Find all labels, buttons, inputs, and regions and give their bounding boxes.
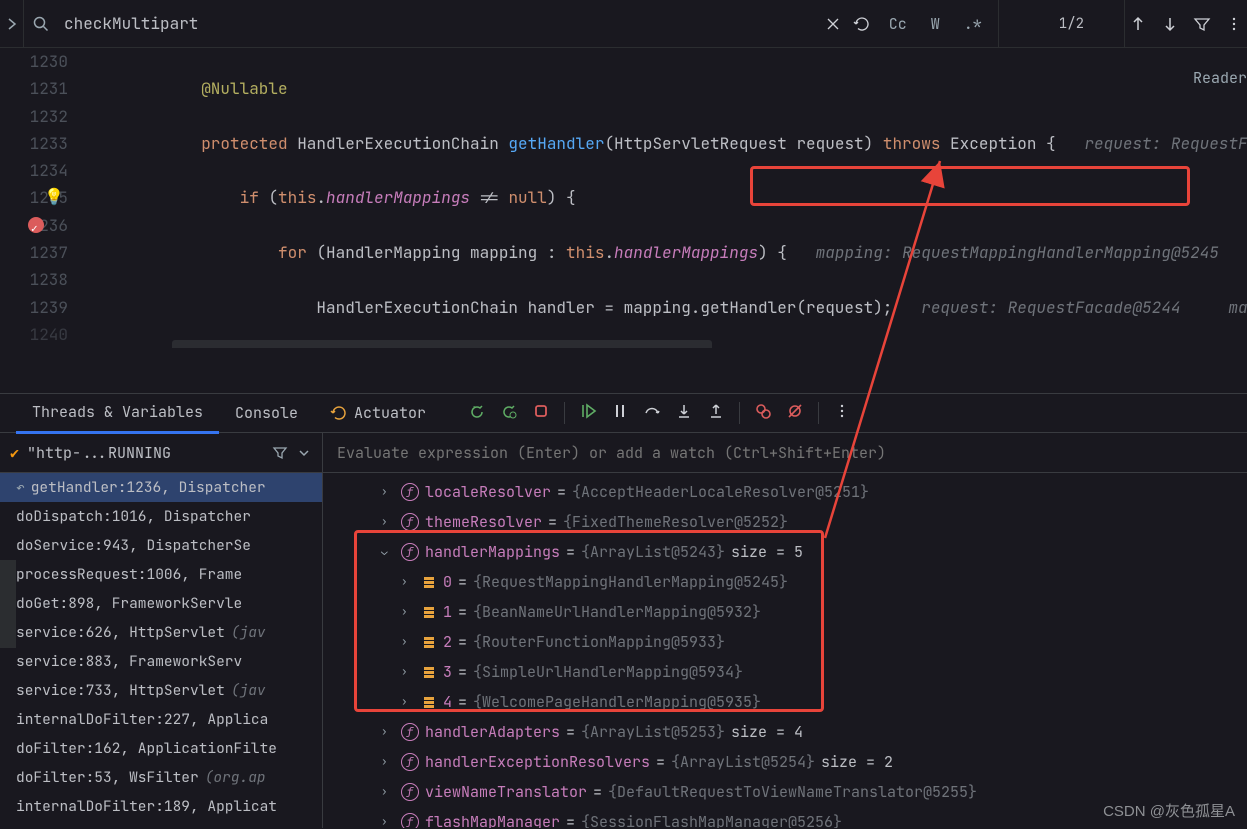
stack-frame[interactable]: doDispatch:1016, Dispatcher [0, 502, 322, 531]
stack-frame[interactable]: doFilter:53, WsFilter (org.ap [0, 763, 322, 792]
filter-icon[interactable] [272, 445, 288, 461]
annotation-highlight [750, 166, 1190, 206]
stack-frame[interactable]: doService:943, DispatcherSe [0, 531, 322, 560]
stack-frame[interactable]: internalDoFilter:227, Applica [0, 705, 322, 734]
thread-check-icon: ✔ [10, 443, 19, 463]
pause-icon[interactable] [611, 402, 629, 425]
step-over-icon[interactable] [643, 402, 661, 425]
prev-match-icon[interactable] [1129, 15, 1147, 33]
match-case-toggle[interactable]: Cc [883, 12, 913, 36]
stack-frame[interactable]: doFilter:162, ApplicationFilte [0, 734, 322, 763]
stack-frame[interactable]: internalDoFilter:189, Applicat [0, 792, 322, 821]
stack-frame[interactable]: processRequest:1006, Frame [0, 560, 322, 589]
rerun-debug-icon[interactable] [500, 402, 518, 425]
array-element-icon [421, 664, 437, 680]
filter-icon[interactable] [1193, 15, 1211, 33]
variable-node[interactable]: ›f themeResolver = {FixedThemeResolver@5… [323, 507, 1247, 537]
array-element-icon [421, 604, 437, 620]
chevron-down-icon[interactable] [296, 445, 312, 461]
search-input[interactable] [58, 13, 815, 34]
regex-toggle[interactable]: .* [958, 12, 988, 36]
field-icon: f [401, 723, 419, 741]
left-gutter [0, 560, 16, 648]
history-icon[interactable] [853, 15, 871, 33]
code-editor[interactable]: 1230 1231 1232 1233 1234 1235 1236 1237 … [0, 48, 1247, 348]
variable-node[interactable]: › 2 = {RouterFunctionMapping@5933} [323, 627, 1247, 657]
collapse-search-icon[interactable] [0, 0, 24, 48]
field-icon: f [401, 783, 419, 801]
variable-node[interactable]: ›f localeResolver = {AcceptHeaderLocaleR… [323, 477, 1247, 507]
intention-bulb-icon[interactable]: 💡 [44, 186, 64, 207]
thread-selector[interactable]: ✔ "http-...RUNNING [0, 433, 322, 473]
array-element-icon [421, 634, 437, 650]
field-icon: f [401, 813, 419, 828]
thread-name: "http-...RUNNING [27, 443, 264, 463]
mute-breakpoints-icon[interactable] [786, 402, 804, 425]
next-match-icon[interactable] [1161, 15, 1179, 33]
tab-threads-variables[interactable]: Threads & Variables [16, 393, 219, 434]
debug-tab-bar: Threads & Variables Console Actuator [0, 393, 1247, 433]
line-gutter: 1230 1231 1232 1233 1234 1235 1236 1237 … [0, 48, 86, 348]
tab-console[interactable]: Console [219, 394, 314, 432]
stack-frame[interactable]: service:626, HttpServlet (jav [0, 618, 322, 647]
view-breakpoints-icon[interactable] [754, 402, 772, 425]
horizontal-scrollbar[interactable] [172, 340, 712, 348]
frames-list[interactable]: ↶getHandler:1236, DispatcherdoDispatch:1… [0, 473, 322, 821]
close-icon[interactable] [825, 16, 841, 32]
debug-body: ✔ "http-...RUNNING ↶getHandler:1236, Dis… [0, 433, 1247, 828]
variable-node[interactable]: ›f handlerExceptionResolvers = {ArrayLis… [323, 747, 1247, 777]
breakpoint-icon[interactable] [28, 217, 44, 233]
array-element-icon [421, 574, 437, 590]
stack-frame[interactable]: service:733, HttpServlet (jav [0, 676, 322, 705]
variables-tree[interactable]: ›f localeResolver = {AcceptHeaderLocaleR… [323, 473, 1247, 828]
variable-node[interactable]: › 1 = {BeanNameUrlHandlerMapping@5932} [323, 597, 1247, 627]
stack-frame[interactable]: doGet:898, FrameworkServle [0, 589, 322, 618]
field-icon: f [401, 483, 419, 501]
stack-frame[interactable]: service:883, FrameworkServ [0, 647, 322, 676]
tab-actuator[interactable]: Actuator [314, 394, 442, 432]
field-icon: f [401, 543, 419, 561]
resume-icon[interactable] [579, 402, 597, 425]
variable-node[interactable]: › 4 = {WelcomePageHandlerMapping@5935} [323, 687, 1247, 717]
more-debug-icon[interactable] [833, 402, 851, 425]
more-icon[interactable] [1225, 15, 1243, 33]
editor-search-bar: Cc W .* 1/2 [0, 0, 1247, 48]
watermark: CSDN @灰色孤星A [1103, 800, 1235, 821]
variable-node[interactable]: ⌄f handlerMappings = {ArrayList@5243} si… [323, 537, 1247, 567]
variable-node[interactable]: ›f handlerAdapters = {ArrayList@5253} si… [323, 717, 1247, 747]
variable-node[interactable]: › 3 = {SimpleUrlHandlerMapping@5934} [323, 657, 1247, 687]
stop-icon[interactable] [532, 402, 550, 425]
step-out-icon[interactable] [707, 402, 725, 425]
step-into-icon[interactable] [675, 402, 693, 425]
variables-panel: ›f localeResolver = {AcceptHeaderLocaleR… [322, 433, 1247, 828]
rerun-icon[interactable] [468, 402, 486, 425]
reader-mode-button[interactable]: Reader [1185, 66, 1247, 90]
words-toggle[interactable]: W [925, 12, 946, 36]
evaluate-expression-input[interactable] [337, 443, 1233, 463]
search-icon [24, 15, 58, 33]
drop-frame-icon: ↶ [16, 478, 25, 497]
stack-frame[interactable]: ↶getHandler:1236, Dispatcher [0, 473, 322, 502]
field-icon: f [401, 513, 419, 531]
variable-node[interactable]: › 0 = {RequestMappingHandlerMapping@5245… [323, 567, 1247, 597]
field-icon: f [401, 753, 419, 771]
array-element-icon [421, 694, 437, 710]
match-count: 1/2 [998, 0, 1125, 47]
